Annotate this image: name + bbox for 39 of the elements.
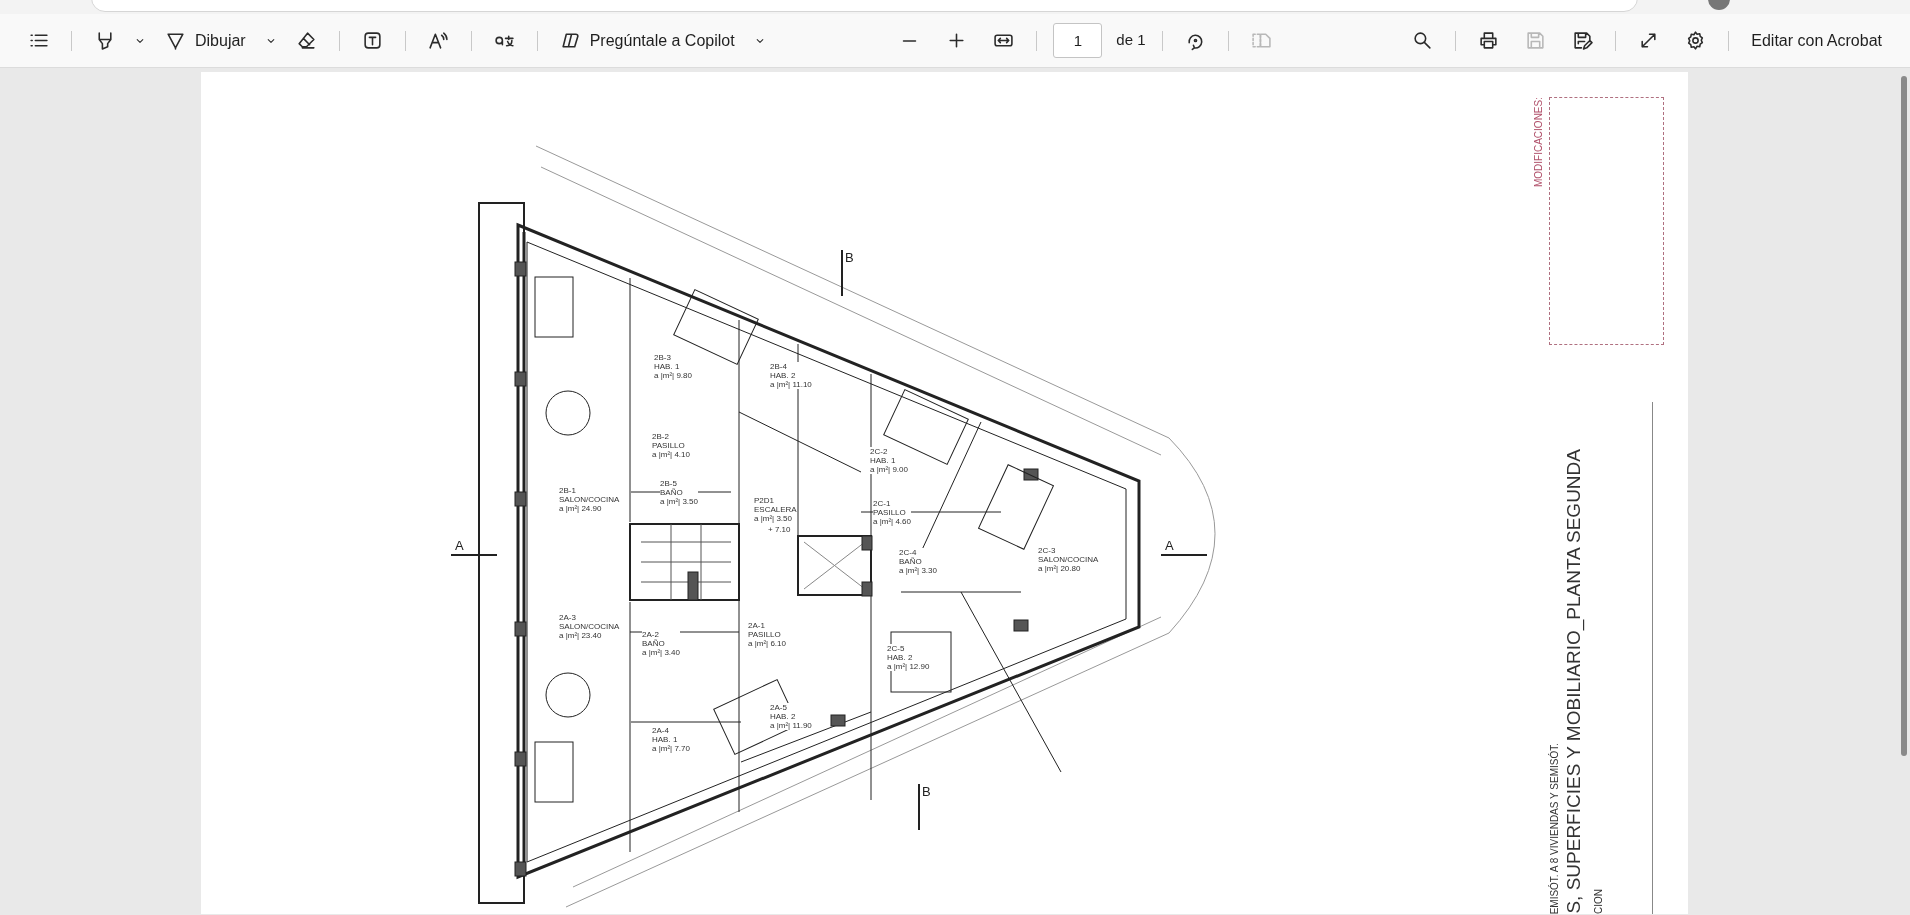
section-mark: A: [451, 538, 497, 556]
edit-with-acrobat-button[interactable]: Editar con Acrobat: [1741, 22, 1892, 59]
room-label: 2C-3 SALON/COCINA a |m²| 20.80: [1038, 546, 1099, 573]
copilot-button[interactable]: Pregúntale a Copilot: [549, 22, 745, 59]
room-label: 2A-2 BAÑO a |m²| 3.40: [642, 630, 680, 657]
room-label: 2B-4 HAB. 2 a |m²| 11.10: [770, 362, 812, 389]
room-label: 2B-5 BAÑO a |m²| 3.50: [660, 479, 698, 506]
room-label: 2C-1 PASILLO a |m²| 4.60: [873, 499, 911, 526]
page-number-field[interactable]: 1: [1053, 23, 1103, 58]
room-label: 2C-5 HAB. 2 a |m²| 12.90: [887, 644, 930, 671]
section-mark: B: [918, 784, 932, 830]
printer-icon: [1478, 30, 1500, 51]
room-label: P2D1 ESCALERA a |m²| 3.50: [754, 496, 797, 523]
search-icon: [1412, 30, 1434, 51]
project-title: EMISÓT. A 8 VIVIENDAS Y SEMISÓT.: [1550, 742, 1560, 914]
page-count: de 1: [1115, 30, 1147, 51]
two-page-icon: [1250, 30, 1272, 51]
text-box-icon: [361, 30, 383, 51]
scrollbar-thumb[interactable]: [1901, 76, 1907, 756]
room-label: 2B-2 PASILLO a |m²| 4.10: [652, 432, 690, 459]
section-mark: B: [841, 250, 855, 296]
room-label: 2C-4 BAÑO a |m²| 3.30: [899, 548, 937, 575]
read-aloud-icon: [427, 30, 449, 51]
modifications-label: MODIFICACIONES:: [1532, 97, 1545, 187]
section-mark: A: [1161, 538, 1207, 556]
room-label: 2B-1 SALON/COCINA a |m²| 24.90: [559, 486, 620, 513]
subtitle: CION: [1594, 889, 1604, 914]
draw-button[interactable]: Dibujar: [155, 22, 256, 59]
room-label: 2A-5 HAB. 2 a |m²| 11.90: [770, 703, 812, 730]
eraser-icon: [295, 30, 317, 51]
drawing-title: S, SUPERFICIES Y MOBILIARIO_PLANTA SEGUNDA: [1564, 449, 1583, 914]
room-label: 2C-2 HAB. 1 a |m²| 9.00: [870, 447, 908, 474]
save-as-icon: [1572, 30, 1594, 51]
save-icon: [1525, 30, 1547, 51]
pen-icon: [165, 30, 186, 51]
room-label: 2A-4 HAB. 1 a |m²| 7.70: [652, 726, 690, 753]
room-label: 2A-3 SALON/COCINA a |m²| 23.40: [559, 613, 620, 640]
room-label: 2B-3 HAB. 1 a |m²| 9.80: [654, 353, 692, 380]
room-label: 2A-1 PASILLO a |m²| 6.10: [748, 621, 786, 648]
